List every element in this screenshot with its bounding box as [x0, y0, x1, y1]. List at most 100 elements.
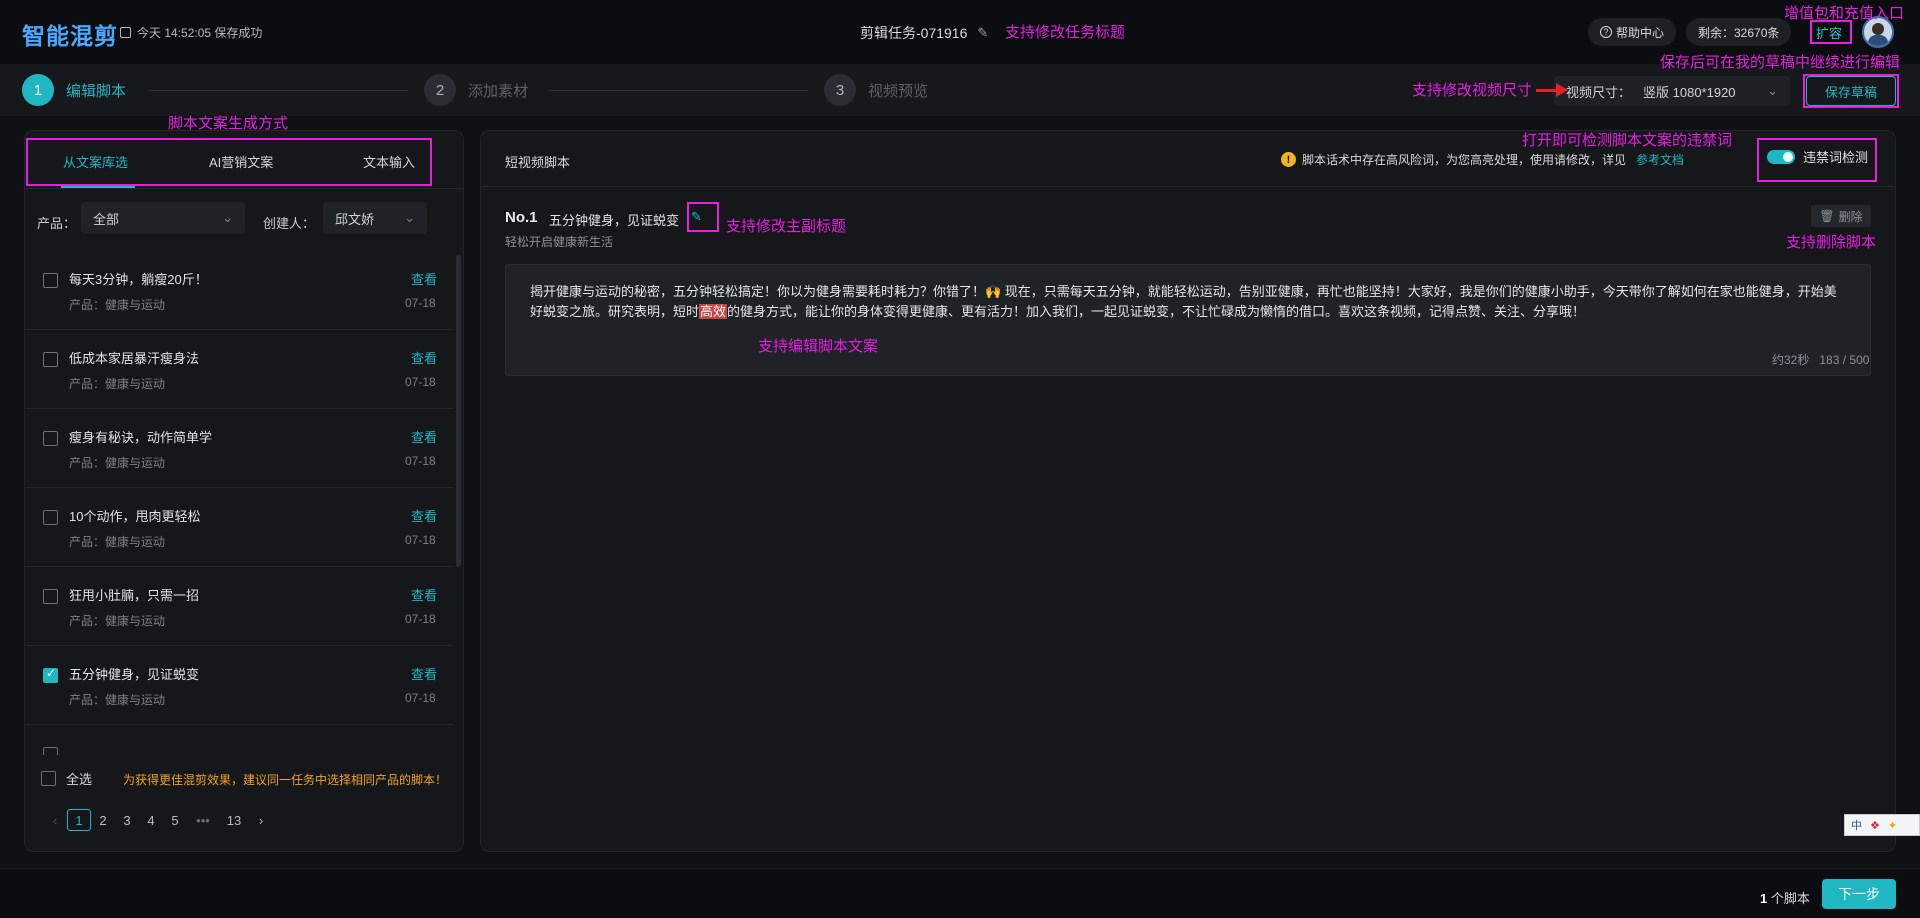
- item-product: 产品：健康与运动: [69, 614, 166, 628]
- annotation-arrow: [1536, 89, 1558, 92]
- item-date: 07-18: [405, 375, 436, 389]
- chevron-down-icon: ⌄: [1767, 83, 1778, 98]
- script-number: No.1: [505, 209, 538, 226]
- page-4[interactable]: 4: [139, 809, 163, 831]
- annotation-detect: 打开即可检测脚本文案的违禁词: [1522, 132, 1733, 149]
- ime-language[interactable]: 中: [1851, 817, 1862, 833]
- list-item[interactable]: 低成本家居暴汗瘦身法 产品：健康与运动 查看 07-18: [25, 330, 453, 409]
- list-item[interactable]: 每天3分钟，躺瘦20斤！ 产品：健康与运动 查看 07-18: [25, 251, 453, 330]
- list-scrollbar[interactable]: [456, 255, 461, 567]
- page-5[interactable]: 5: [163, 809, 187, 831]
- balance-badge: 剩余：32670条: [1686, 18, 1792, 46]
- script-text[interactable]: 揭开健康与运动的秘密，五分钟轻松搞定！你以为健身需要耗时耗力？你错了！🙌 现在，…: [530, 282, 1846, 322]
- view-link[interactable]: 查看: [411, 269, 437, 288]
- item-product: 产品：健康与运动: [69, 298, 166, 312]
- list-item[interactable]: 10个动作，甩肉更轻松 产品：健康与运动 查看 07-18: [25, 488, 453, 567]
- step-edit-script[interactable]: 1 编辑脚本: [22, 74, 126, 106]
- risk-warning: ! 脚本话术中存在高风险词，为您高亮处理，使用请修改，详见 参考文档: [1281, 151, 1684, 168]
- annotation-box-toggle: [1757, 138, 1877, 182]
- view-link[interactable]: 查看: [411, 506, 437, 525]
- prev-page-icon[interactable]: ‹: [43, 809, 67, 831]
- annotation-edit-text: 支持编辑脚本文案: [758, 338, 879, 355]
- next-page-icon[interactable]: ›: [249, 809, 273, 831]
- item-checkbox[interactable]: [43, 747, 58, 755]
- item-date: 07-18: [405, 454, 436, 468]
- list-item[interactable]: 瘦身有秘诀，动作简单学 产品：健康与运动 查看 07-18: [25, 409, 453, 488]
- creator-select-value: 邱文娇: [335, 211, 375, 227]
- item-checkbox[interactable]: ✓: [43, 666, 58, 683]
- help-center-button[interactable]: ? 帮助中心: [1588, 18, 1677, 46]
- ime-settings-icon[interactable]: ❖: [1870, 819, 1880, 832]
- item-checkbox[interactable]: [43, 589, 58, 604]
- item-checkbox[interactable]: [43, 273, 58, 288]
- item-product: 产品：健康与运动: [69, 535, 166, 549]
- warning-text: 脚本话术中存在高风险词，为您高亮处理，使用请修改，详见: [1302, 153, 1627, 167]
- view-link[interactable]: 查看: [411, 348, 437, 367]
- annotation-edit-title: 支持修改主副标题: [726, 218, 847, 235]
- page-13[interactable]: 13: [219, 809, 249, 831]
- script-list: 每天3分钟，躺瘦20斤！ 产品：健康与运动 查看 07-18 低成本家居暴汗瘦身…: [25, 251, 453, 755]
- list-item[interactable]: ✓ 五分钟健身，见证蜕变 产品：健康与运动 查看 07-18: [25, 646, 453, 725]
- edit-pencil-icon[interactable]: ✎: [977, 25, 988, 41]
- ime-toolbar[interactable]: 中 ❖ ✦: [1844, 814, 1920, 836]
- item-title: 瘦身有秘诀，动作简单学: [69, 430, 213, 445]
- annotation-draft: 保存后可在我的草稿中继续进行编辑: [1660, 54, 1901, 71]
- script-sub-title: 轻松开启健康新生活: [505, 235, 614, 249]
- view-link[interactable]: 查看: [411, 664, 437, 683]
- step-label: 编辑脚本: [66, 82, 127, 100]
- step-number: 2: [424, 74, 456, 106]
- item-checkbox[interactable]: [43, 352, 58, 367]
- script-textarea[interactable]: 揭开健康与运动的秘密，五分钟轻松搞定！你以为健身需要耗时耗力？你错了！🙌 现在，…: [505, 264, 1871, 376]
- help-center-label: 帮助中心: [1616, 25, 1665, 40]
- annotation-task-title: 支持修改任务标题: [1005, 24, 1126, 41]
- item-date: 07-18: [405, 296, 436, 310]
- risk-word-highlight: 高效: [699, 304, 728, 319]
- annotation-gen-method: 脚本文案生成方式: [168, 115, 289, 132]
- footer-bar: 1 个脚本 下一步: [0, 868, 1920, 918]
- chevron-down-icon: ⌄: [404, 210, 415, 225]
- count-label: 个脚本: [1767, 891, 1810, 906]
- annotation-video-size: 支持修改视频尺寸: [1412, 82, 1533, 99]
- view-link[interactable]: 查看: [411, 585, 437, 604]
- ime-bulb-icon[interactable]: ✦: [1888, 819, 1897, 832]
- step-video-preview[interactable]: 3 视频预览: [824, 74, 928, 106]
- video-size-select[interactable]: 视频尺寸： 竖版 1080*1920 ⌄: [1554, 76, 1790, 106]
- item-product: 产品：健康与运动: [69, 456, 166, 470]
- list-item[interactable]: 狂甩小肚腩，只需一招 产品：健康与运动 查看 07-18: [25, 567, 453, 646]
- item-checkbox[interactable]: [43, 510, 58, 525]
- reference-doc-link[interactable]: 参考文档: [1636, 151, 1684, 168]
- select-all[interactable]: 全选: [41, 769, 92, 788]
- step-label: 添加素材: [468, 82, 529, 100]
- step-connector: [548, 90, 808, 91]
- script-counter: 约32秒 183 / 500: [1772, 351, 1869, 368]
- next-step-button[interactable]: 下一步: [1822, 879, 1896, 909]
- page-2[interactable]: 2: [91, 809, 115, 831]
- script-library-panel: 从文案库选 AI营销文案 文本输入 产品： 全部 ⌄ 创建人： 邱文娇 ⌄ 每天…: [24, 130, 464, 852]
- creator-select[interactable]: 邱文娇 ⌄: [323, 202, 427, 234]
- view-link[interactable]: 查看: [411, 427, 437, 446]
- task-title[interactable]: 剪辑任务-071916 ✎: [860, 23, 988, 43]
- select-all-checkbox[interactable]: [41, 771, 56, 786]
- item-title: 每天3分钟，躺瘦20斤！: [69, 272, 208, 287]
- product-select-value: 全部: [93, 211, 120, 227]
- warning-icon: !: [1281, 152, 1296, 167]
- page-3[interactable]: 3: [115, 809, 139, 831]
- script-text-part: 的健身方式，能让你的身体变得更健康、更有活力！加入我们，一起见证蜕变，不让忙碌成…: [727, 304, 1586, 319]
- top-bar: 智能混剪 今天 14:52:05 保存成功 剪辑任务-071916 ✎ ? 帮助…: [0, 0, 1920, 64]
- check-icon: ✓: [46, 666, 57, 680]
- list-item-partial[interactable]: [25, 725, 453, 755]
- step-number: 3: [824, 74, 856, 106]
- item-product: 产品：健康与运动: [69, 693, 166, 707]
- item-checkbox[interactable]: [43, 431, 58, 446]
- app-logo: 智能混剪: [22, 23, 118, 49]
- creator-filter-label: 创建人：: [263, 216, 316, 231]
- task-title-text: 剪辑任务-071916: [860, 25, 968, 41]
- step-connector: [148, 90, 408, 91]
- step-add-material[interactable]: 2 添加素材: [424, 74, 528, 106]
- save-status: 今天 14:52:05 保存成功: [120, 24, 262, 41]
- product-select[interactable]: 全部 ⌄: [81, 202, 245, 234]
- delete-script-button[interactable]: 🗑 删除: [1811, 205, 1871, 227]
- page-ellipsis[interactable]: •••: [187, 809, 219, 831]
- delete-label: 删除: [1838, 209, 1863, 224]
- page-1[interactable]: 1: [67, 809, 91, 831]
